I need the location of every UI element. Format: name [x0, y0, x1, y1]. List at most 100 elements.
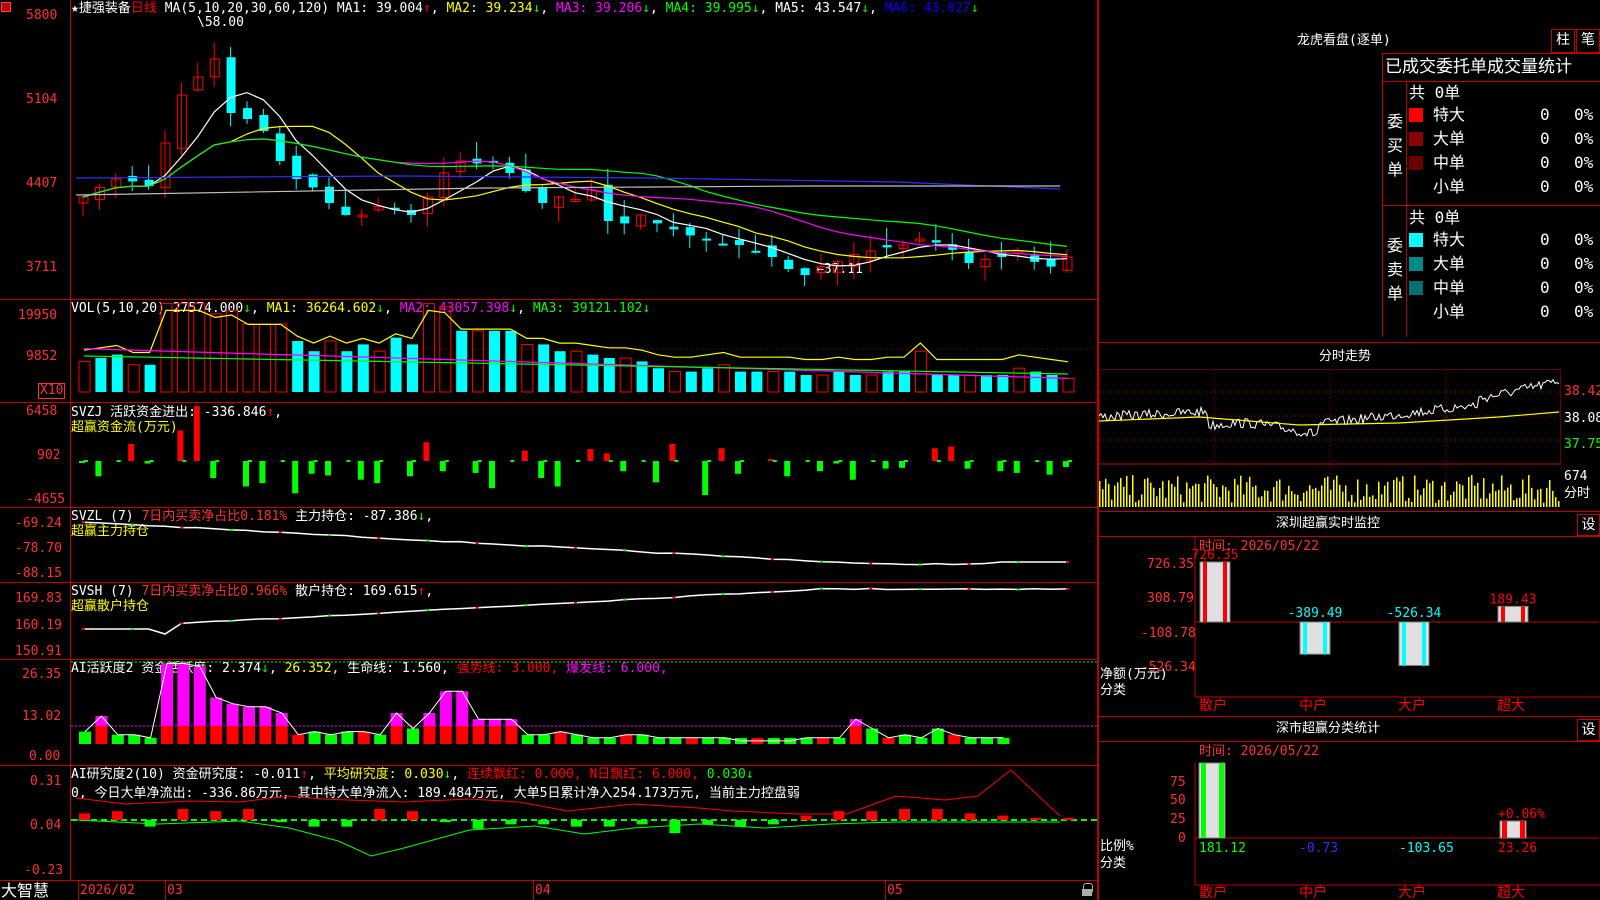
- ai-activity-pane[interactable]: AI活跃度2 资金活跃度: 2.374↓, 26.352, 生命线: 1.560…: [0, 660, 1097, 766]
- research-chart[interactable]: [71, 766, 1097, 880]
- research-bar: [407, 811, 418, 820]
- intraday-vol-bar: [1276, 481, 1278, 507]
- intraday-volume: 674: [1564, 469, 1588, 484]
- flow-bar: [407, 461, 413, 477]
- research-bar: [603, 820, 615, 827]
- flow-tick: [543, 460, 548, 462]
- volume-bar: [882, 371, 894, 392]
- flow-tick: [1002, 460, 1007, 462]
- classify-bar-chart[interactable]: +0.06% 181.12 -0.73 -103.65 23.26 散户 中户 大户 超大: [1099, 742, 1600, 900]
- intraday-vol-bar: [1375, 499, 1377, 507]
- position-dot: [918, 563, 922, 566]
- intraday-vol-bar: [1237, 484, 1239, 507]
- pen-mode-button[interactable]: 笔: [1576, 29, 1600, 53]
- realtime-monitor-panel: 深圳超赢实时监控 设 时间: 2026/05/22 726.35 308.79 …: [1099, 512, 1600, 717]
- kline-pane[interactable]: ★捷强装备日线 MA(5,10,20,30,60,120) MA1: 39.00…: [0, 0, 1097, 300]
- volume-bar: [160, 303, 173, 393]
- flow-tick: [84, 460, 88, 462]
- candle-down: [718, 243, 728, 246]
- intraday-chart[interactable]: [1099, 369, 1561, 509]
- volume-bar: [357, 344, 369, 392]
- monitor-title: 深圳超赢实时监控: [1276, 516, 1381, 531]
- lock-body: [1082, 889, 1092, 896]
- position-dot: [229, 619, 233, 622]
- intraday-vol-bar: [1204, 483, 1206, 507]
- order-pct: 0%: [1574, 254, 1594, 273]
- research-bar: [735, 820, 746, 827]
- menu-square-icon[interactable]: [1, 2, 11, 12]
- activity-bar-base: [210, 726, 223, 744]
- flow-bar: [784, 461, 791, 477]
- research-bar: [111, 811, 123, 820]
- monitor-bar-chart[interactable]: 726.35 散户 -389.49 中户 -526.34 大户 189.43 超大: [1099, 537, 1600, 717]
- activity-bar-base: [259, 726, 272, 744]
- svsh-pane[interactable]: SVSH (7) 7日内买卖净占比0.966% 散户持仓: 169.615↑, …: [0, 583, 1097, 660]
- intraday-vol-bar: [1489, 493, 1491, 507]
- intraday-vol-bar: [1468, 476, 1470, 507]
- classify-settings-button[interactable]: 设: [1577, 719, 1600, 741]
- retail-position-chart[interactable]: [71, 583, 1097, 659]
- flow-tick: [182, 460, 187, 462]
- flow-tick: [641, 460, 646, 462]
- ai-research-pane[interactable]: AI研究度2(10) 资金研究度: -0.011↑, 平均研究度: 0.030↓…: [0, 766, 1097, 880]
- volume-bar: [292, 341, 304, 392]
- monitor-bar-edge: [1203, 562, 1207, 622]
- fund-flow-chart[interactable]: [71, 403, 1097, 507]
- position-dot: [377, 537, 381, 540]
- intraday-vol-bar: [1393, 479, 1395, 507]
- flow-bar: [439, 461, 446, 472]
- intraday-vol-bar: [1195, 483, 1197, 507]
- flow-tick: [805, 460, 810, 462]
- volume-chart[interactable]: [71, 300, 1097, 402]
- monitor-bar-edge: [1223, 562, 1227, 622]
- candlestick-chart[interactable]: [71, 0, 1097, 299]
- bar-mode-button[interactable]: 柱: [1551, 29, 1575, 53]
- research-bar: [767, 820, 779, 825]
- position-dot: [967, 587, 971, 590]
- intraday-vol-bar: [1348, 501, 1350, 507]
- svzl-pane[interactable]: SVZL (7) 7日内买卖净占比0.181% 主力持仓: -87.386↓, …: [0, 508, 1097, 583]
- intraday-vol-bar: [1099, 481, 1101, 507]
- intraday-vol-bar: [1336, 475, 1338, 507]
- monitor-settings-button[interactable]: 设: [1577, 514, 1600, 536]
- main-position-chart[interactable]: [71, 508, 1097, 582]
- activity-bar: [79, 731, 91, 744]
- research-bar: [341, 820, 353, 827]
- flow-bar: [243, 461, 249, 487]
- x-axis: 大智慧 2026/02 03 04 05: [0, 880, 1097, 900]
- volume-bar: [702, 368, 714, 392]
- position-dot: [131, 628, 135, 630]
- intraday-vol-bar: [1192, 485, 1194, 507]
- intraday-vol-bar: [1249, 476, 1251, 507]
- candle-down: [669, 226, 679, 230]
- position-dot: [475, 542, 479, 545]
- candle-down: [226, 57, 236, 113]
- color-swatch: [1409, 257, 1423, 271]
- intraday-panel[interactable]: 分时走势 38.42 38.08 37.75 674 分时: [1099, 343, 1600, 512]
- buy-orders-label: 委买单: [1387, 112, 1404, 179]
- intraday-vol-bar: [1459, 484, 1461, 507]
- volume-bar: [653, 368, 664, 392]
- intraday-vol-bar: [1144, 479, 1146, 507]
- order-name: 小单: [1433, 177, 1466, 196]
- candle-down: [505, 162, 515, 173]
- volume-pane[interactable]: VOL(5,10,20) 27574.000↓, MA1: 36264.602↓…: [0, 300, 1097, 403]
- order-row: 小单 0 0%: [1409, 176, 1599, 198]
- svsh-ytick: 150.91: [15, 644, 62, 659]
- vol-ma2-line: [83, 348, 1069, 379]
- order-row: 特大 0 0%: [1409, 229, 1599, 251]
- intraday-vol-bar: [1549, 480, 1551, 507]
- activity-bar: [669, 737, 682, 744]
- intraday-vol-bar: [1129, 494, 1131, 507]
- intraday-vol-bar: [1228, 490, 1230, 507]
- position-dot: [672, 596, 676, 599]
- activity-chart[interactable]: [71, 660, 1097, 765]
- svzj-pane[interactable]: SVZJ 活跃资金进出: -336.846↑, 超赢资金流(万元) 6458 9…: [0, 403, 1097, 508]
- color-swatch: [1409, 281, 1423, 295]
- intraday-vol-bar: [1480, 498, 1482, 507]
- flow-bar: [521, 450, 528, 461]
- activity-bar-base: [439, 726, 452, 744]
- intraday-vol-bar: [1114, 485, 1116, 507]
- app-logo[interactable]: 大智慧: [1, 882, 49, 900]
- research-bar: [1030, 817, 1042, 820]
